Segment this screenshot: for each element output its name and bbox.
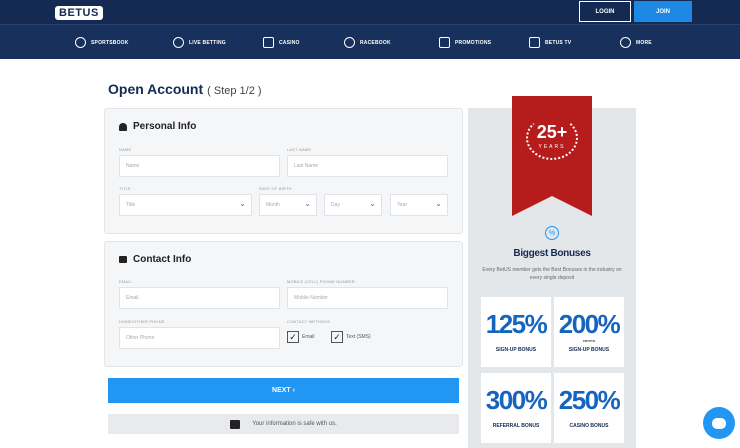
stopwatch-icon <box>173 37 184 48</box>
month-select[interactable]: Month <box>259 194 317 216</box>
checkmark-icon: ✓ <box>287 331 299 343</box>
email-checkbox[interactable]: ✓ Email <box>287 331 315 343</box>
nav-promotions[interactable]: PROMOTIONS <box>439 37 491 48</box>
nav-more[interactable]: MORE <box>620 37 652 48</box>
bonus-tile-referral[interactable]: 300% REFERRAL BONUS <box>481 373 551 443</box>
chat-bubble-icon <box>712 417 726 429</box>
nav-betus-tv[interactable]: BETUS TV <box>529 37 571 48</box>
day-select[interactable]: Day <box>324 194 382 216</box>
email-input[interactable]: Email <box>119 287 280 309</box>
cards-icon <box>263 37 274 48</box>
football-icon <box>75 37 86 48</box>
checkmark-icon: ✓ <box>331 331 343 343</box>
bonus-tile-crypto[interactable]: 200% CRYPTO SIGN-UP BONUS <box>554 297 624 367</box>
name-input[interactable]: Name <box>119 155 280 177</box>
lock-icon <box>230 419 241 429</box>
home-phone-input[interactable]: Other Phone <box>119 327 280 349</box>
mobile-label: MOBILE (CELL) PHONE NUMBER <box>287 279 355 284</box>
betus-logo[interactable]: BETUS <box>55 6 103 20</box>
home-phone-label: HOME/OTHER PHONE <box>119 319 165 324</box>
nav-racebook[interactable]: RACEBOOK <box>344 37 391 48</box>
envelope-icon <box>119 256 127 263</box>
nav-casino[interactable]: CASINO <box>263 37 300 48</box>
more-icon <box>620 37 631 48</box>
personal-info-heading: Personal Info <box>119 121 196 132</box>
email-label: EMAIL <box>119 279 133 284</box>
dob-label: DATE OF BIRTH <box>259 186 292 191</box>
last-name-input[interactable]: Last Name <box>287 155 448 177</box>
person-icon <box>119 122 127 131</box>
step-indicator: ( Step 1/2 ) <box>207 85 262 97</box>
anniversary-ribbon: 25+ YEARS <box>512 96 592 216</box>
bonus-tile-signup[interactable]: 125% SIGN-UP BONUS <box>481 297 551 367</box>
bonus-subtitle: Every BetUS member gets the Best Bonuses… <box>482 267 622 281</box>
percent-icon: % <box>545 226 559 240</box>
gift-icon <box>439 37 450 48</box>
contact-info-heading: Contact Info <box>119 254 191 265</box>
page-title: Open Account( Step 1/2 ) <box>108 81 262 97</box>
main-nav: SPORTSBOOK LIVE BETTING CASINO RACEBOOK … <box>0 24 740 59</box>
year-select[interactable]: Year <box>390 194 448 216</box>
name-label: NAME <box>119 147 132 152</box>
title-label: TITLE <box>119 186 131 191</box>
personal-info-card: Personal Info NAME Name LAST NAME Last N… <box>104 108 463 234</box>
tv-icon <box>529 37 540 48</box>
contact-info-card: Contact Info EMAIL Email MOBILE (CELL) P… <box>104 241 463 367</box>
bonus-tile-casino[interactable]: 250% CASINO BONUS <box>554 373 624 443</box>
login-button[interactable]: LOGIN <box>579 1 631 22</box>
next-button[interactable]: NEXT › <box>108 378 459 403</box>
join-button[interactable]: JOIN <box>634 1 692 22</box>
title-select[interactable]: Title <box>119 194 252 216</box>
text-checkbox[interactable]: ✓ Text (SMS) <box>331 331 371 343</box>
horse-icon <box>344 37 355 48</box>
chat-button[interactable] <box>703 407 735 439</box>
security-notice: Your information is safe with us. <box>108 414 459 434</box>
nav-sportsbook[interactable]: SPORTSBOOK <box>75 37 129 48</box>
mobile-input[interactable]: Mobile Number <box>287 287 448 309</box>
bonus-title: Biggest Bonuses <box>513 248 591 259</box>
contact-methods-label: CONTACT METHODS <box>287 319 331 324</box>
last-name-label: LAST NAME <box>287 147 312 152</box>
nav-live-betting[interactable]: LIVE BETTING <box>173 37 226 48</box>
